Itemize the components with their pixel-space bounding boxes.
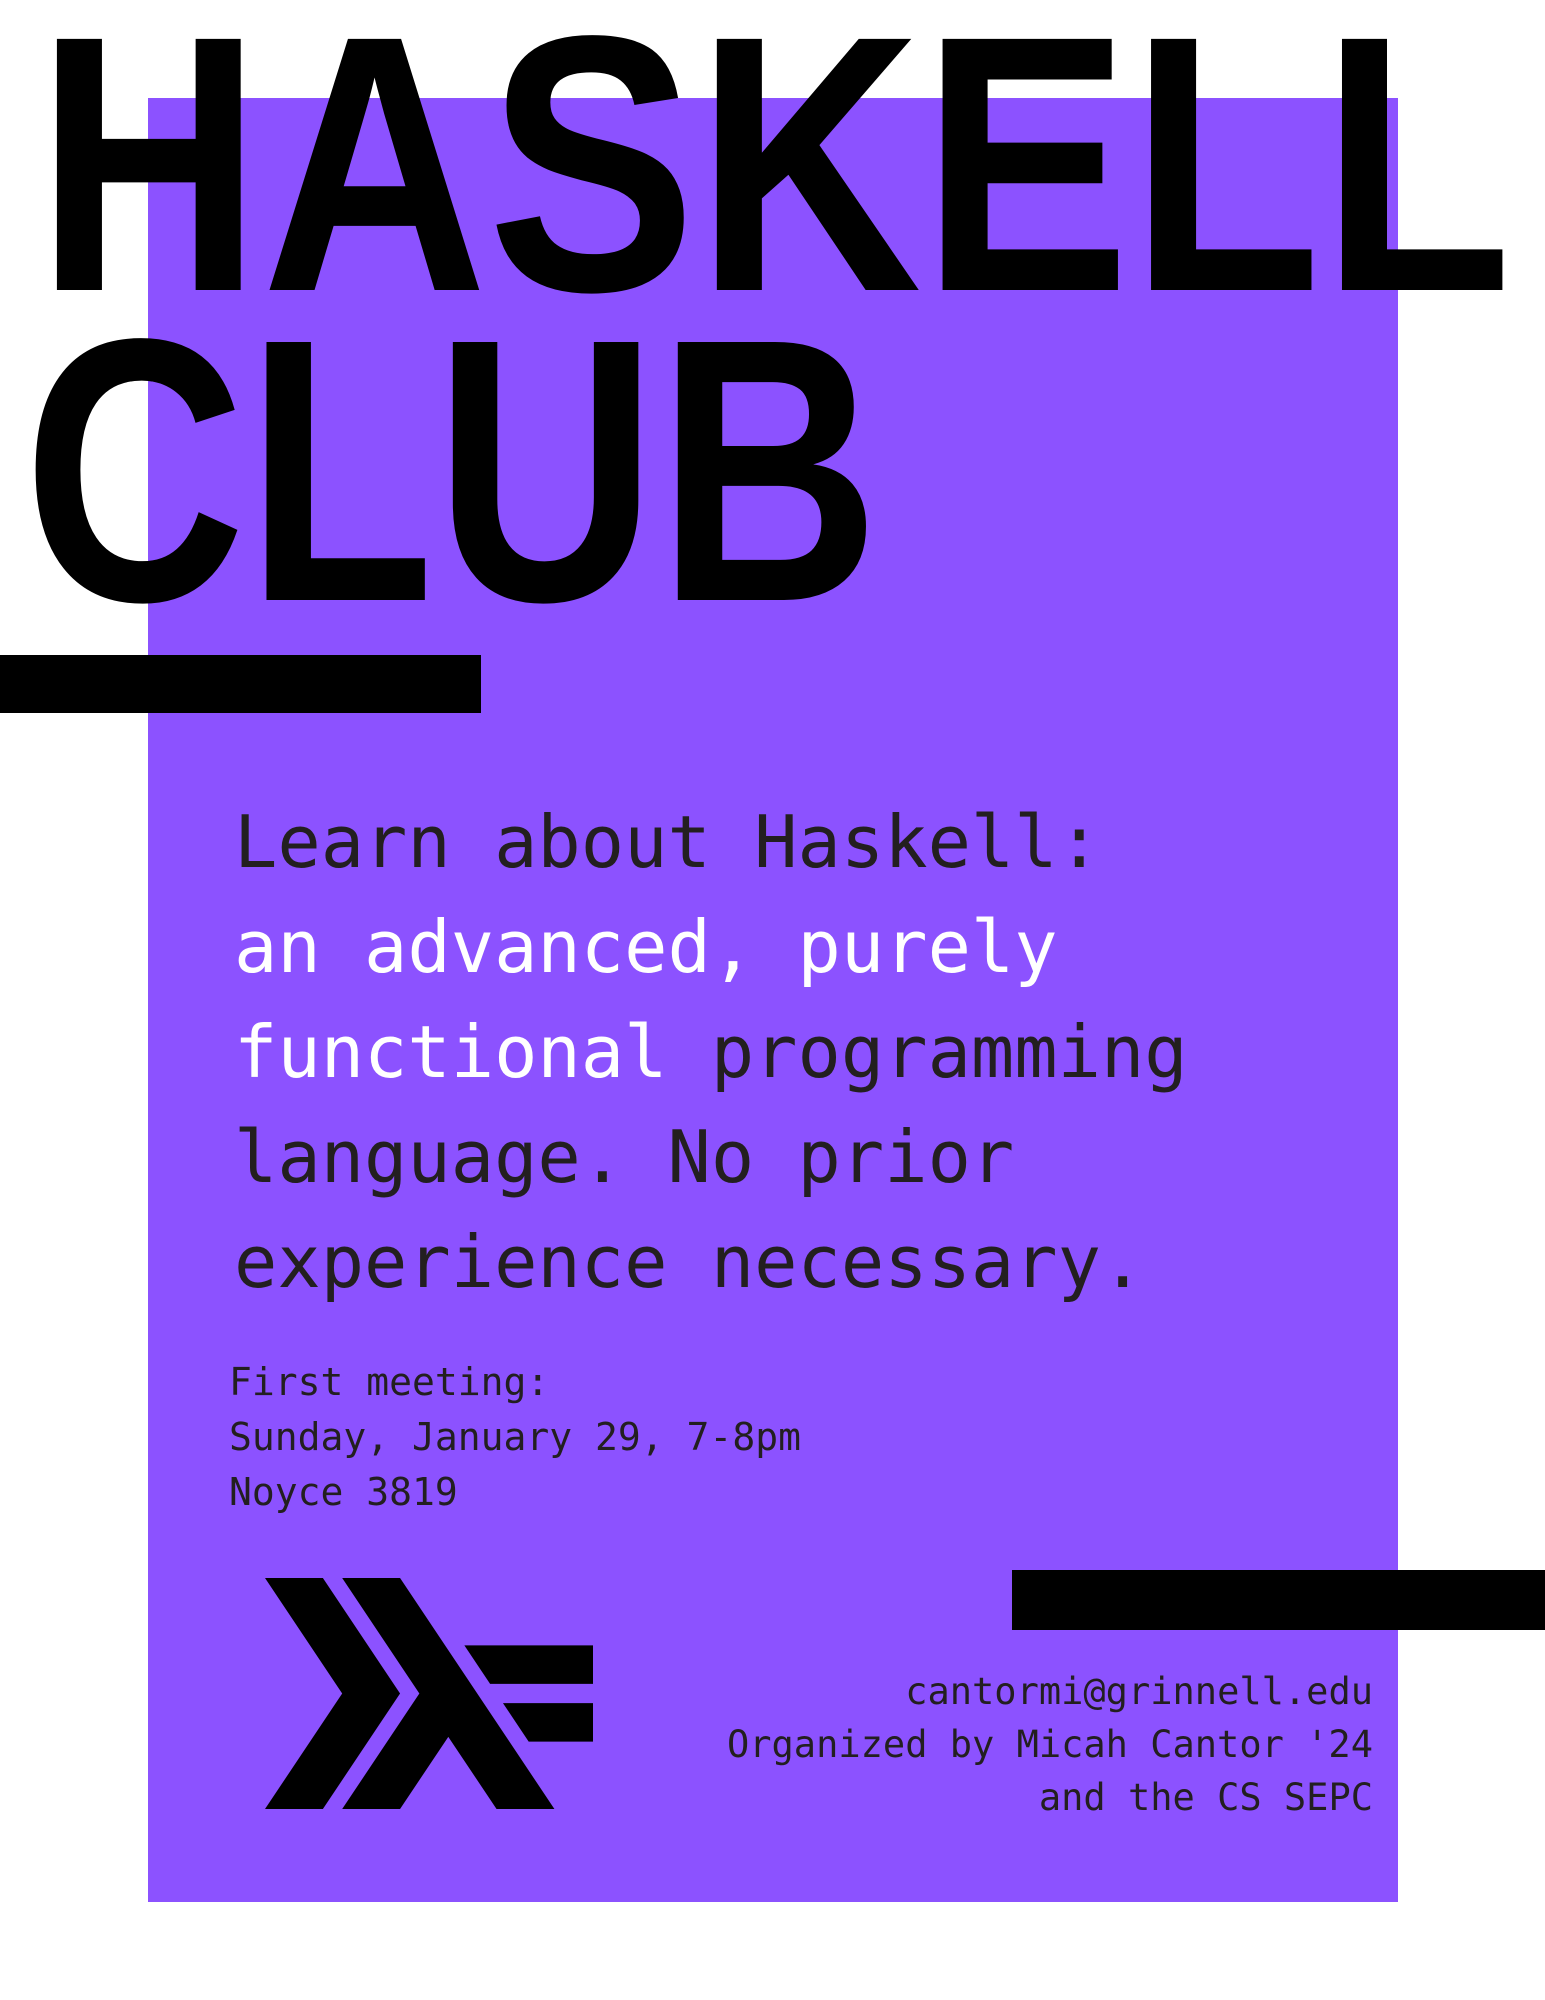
description-line-3-rest: programming: [667, 1010, 1188, 1094]
description: Learn about Haskell: an advanced, purely…: [234, 790, 1188, 1315]
title-line-club: CLUB: [23, 262, 880, 640]
description-line-4: language. No prior: [234, 1115, 1015, 1199]
description-line-2: an advanced, purely: [234, 905, 1058, 989]
decorative-bar-bottom: [1012, 1570, 1545, 1630]
meeting-location: Noyce 3819: [229, 1470, 458, 1514]
contact-info: cantormi@grinnell.edu Organized by Micah…: [727, 1665, 1373, 1824]
meeting-label: First meeting:: [229, 1360, 550, 1404]
description-line-1: Learn about Haskell:: [234, 800, 1101, 884]
haskell-logo-icon: [265, 1578, 593, 1809]
meeting-datetime: Sunday, January 29, 7-8pm: [229, 1415, 801, 1459]
contact-email[interactable]: cantormi@grinnell.edu: [905, 1670, 1373, 1713]
description-line-3-highlight: functional: [234, 1010, 668, 1094]
description-line-5: experience necessary.: [234, 1220, 1145, 1304]
meeting-info: First meeting: Sunday, January 29, 7-8pm…: [229, 1355, 801, 1520]
poster-title: HASKELL CLUB: [23, 0, 1512, 640]
organizer-line-2: and the CS SEPC: [1038, 1776, 1373, 1819]
organizer-line: Organized by Micah Cantor '24: [726, 1723, 1373, 1766]
decorative-bar-top: [0, 655, 481, 713]
